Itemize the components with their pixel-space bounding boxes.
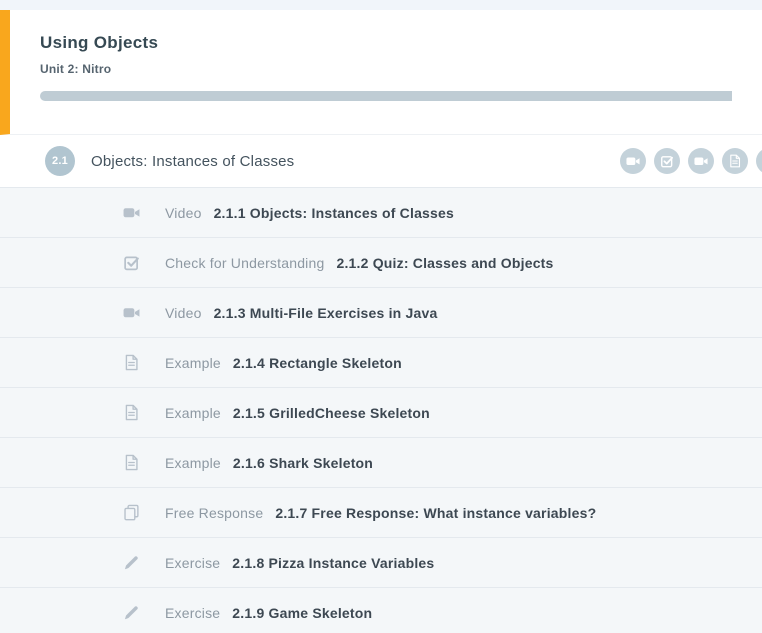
item-type-label: Video [165, 305, 202, 321]
item-type-label: Example [165, 455, 221, 471]
lesson-item-row[interactable]: Video 2.1.3 Multi-File Exercises in Java [0, 288, 762, 338]
pencil-icon [122, 604, 140, 622]
item-title-link[interactable]: 2.1.7 Free Response: What instance varia… [275, 505, 596, 521]
lesson-item-type-summary [620, 148, 762, 174]
lesson-item-row[interactable]: Exercise 2.1.8 Pizza Instance Variables [0, 538, 762, 588]
pencil-icon [122, 554, 140, 572]
module-progress-bar [40, 91, 732, 101]
lesson-item-row[interactable]: Free Response 2.1.7 Free Response: What … [0, 488, 762, 538]
document-icon [756, 148, 762, 174]
lesson-item-row[interactable]: Exercise 2.1.9 Game Skeleton [0, 588, 762, 633]
item-type-label: Video [165, 205, 202, 221]
item-title-link[interactable]: 2.1.3 Multi-File Exercises in Java [214, 305, 438, 321]
item-title-link[interactable]: 2.1.4 Rectangle Skeleton [233, 355, 402, 371]
lesson-number-badge: 2.1 [45, 146, 75, 176]
lesson-section-title: Objects: Instances of Classes [91, 153, 294, 170]
item-title-link[interactable]: 2.1.1 Objects: Instances of Classes [214, 205, 454, 221]
item-title-link[interactable]: 2.1.8 Pizza Instance Variables [232, 555, 434, 571]
course-syllabus-page: Using Objects Unit 2: Nitro 2.1 Objects:… [0, 0, 762, 633]
lesson-item-row[interactable]: Example 2.1.4 Rectangle Skeleton [0, 338, 762, 388]
unit-subtitle: Unit 2: Nitro [40, 62, 762, 76]
item-type-label: Free Response [165, 505, 263, 521]
document-icon [722, 148, 748, 174]
lesson-item-row[interactable]: Example 2.1.5 GrilledCheese Skeleton [0, 388, 762, 438]
video-icon [122, 204, 140, 222]
lesson-item-row[interactable]: Check for Understanding 2.1.2 Quiz: Clas… [0, 238, 762, 288]
item-type-label: Exercise [165, 605, 220, 621]
item-title-link[interactable]: 2.1.9 Game Skeleton [232, 605, 372, 621]
item-title-link[interactable]: 2.1.2 Quiz: Classes and Objects [336, 255, 553, 271]
lesson-item-row[interactable]: Example 2.1.6 Shark Skeleton [0, 438, 762, 488]
lesson-item-list: Video 2.1.1 Objects: Instances of Classe… [0, 187, 762, 633]
item-type-label: Exercise [165, 555, 220, 571]
document-icon [122, 354, 140, 372]
document-icon [122, 454, 140, 472]
item-title-link[interactable]: 2.1.5 GrilledCheese Skeleton [233, 405, 430, 421]
lesson-item-row[interactable]: Video 2.1.1 Objects: Instances of Classe… [0, 188, 762, 238]
document-icon [122, 404, 140, 422]
check-square-icon [122, 254, 140, 272]
video-icon [688, 148, 714, 174]
module-header-card: Using Objects Unit 2: Nitro [0, 10, 762, 135]
item-type-label: Example [165, 355, 221, 371]
lesson-section-header[interactable]: 2.1 Objects: Instances of Classes [0, 135, 762, 187]
check-square-icon [654, 148, 680, 174]
item-title-link[interactable]: 2.1.6 Shark Skeleton [233, 455, 373, 471]
item-type-label: Check for Understanding [165, 255, 324, 271]
video-icon [620, 148, 646, 174]
copy-icon [122, 504, 140, 522]
page-title: Using Objects [40, 33, 762, 53]
item-type-label: Example [165, 405, 221, 421]
video-icon [122, 304, 140, 322]
